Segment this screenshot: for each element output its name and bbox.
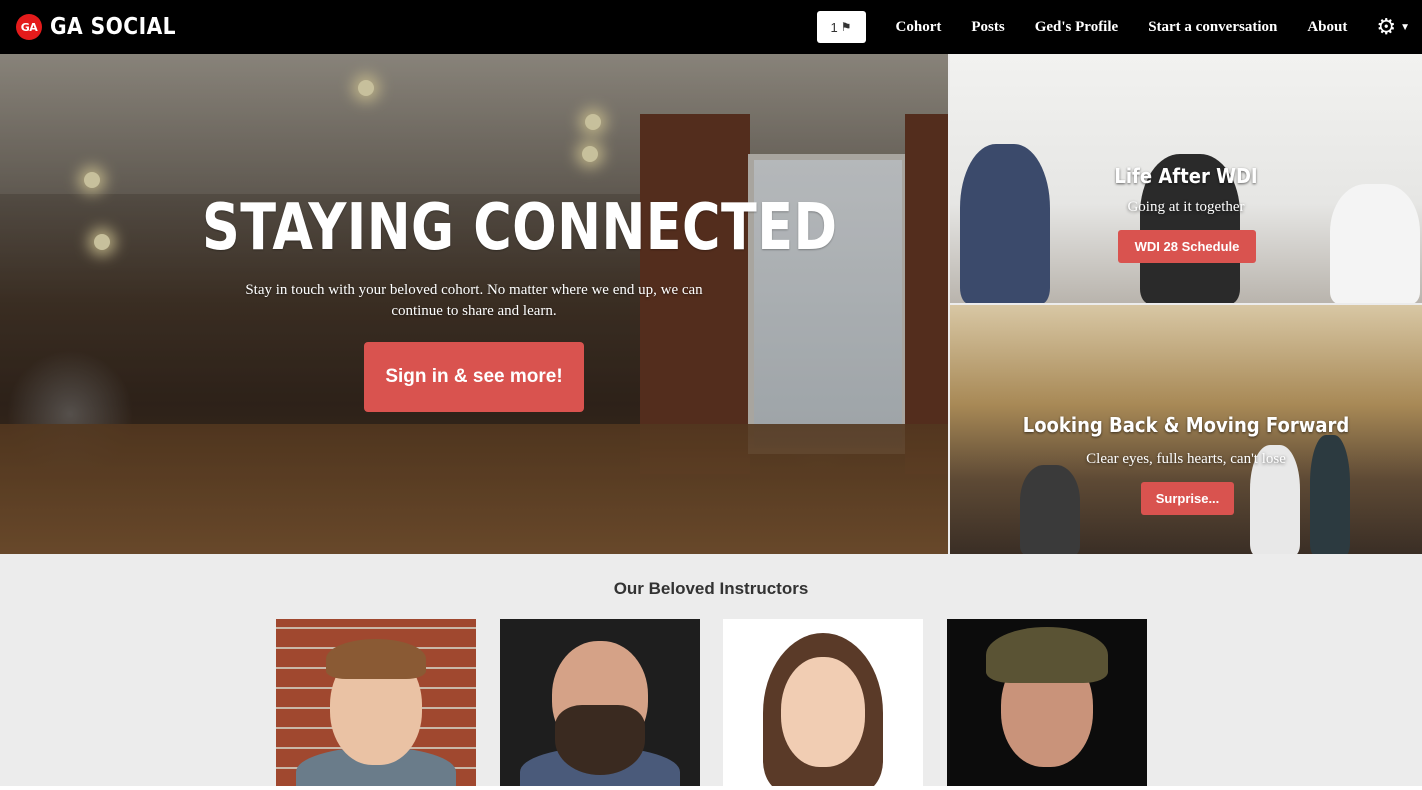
brand-home-link[interactable]: GA GA SOCIAL <box>16 14 193 40</box>
panel-title: Looking Back & Moving Forward <box>1022 413 1350 437</box>
life-after-wdi-panel: Life After WDI Going at it together WDI … <box>950 54 1422 303</box>
instructor-photo <box>947 619 1147 787</box>
instructor-hair <box>326 639 426 679</box>
ga-logo-icon: GA <box>16 14 42 40</box>
nav-link-cohort[interactable]: Cohort <box>896 19 942 36</box>
panel-subtitle: Going at it together <box>1127 199 1245 215</box>
instructor-face <box>781 657 865 767</box>
navbar: GA GA SOCIAL 1 ⚑ Cohort Posts Ged's Prof… <box>0 0 1422 54</box>
instructor-cap <box>986 627 1108 683</box>
instructors-heading: Our Beloved Instructors <box>613 579 809 598</box>
instructor-beard <box>555 705 645 775</box>
hero-banner: STAYING CONNECTED Stay in touch with you… <box>0 54 948 554</box>
notifications-button[interactable]: 1 ⚑ <box>816 11 866 43</box>
settings-dropdown[interactable]: ⚙ ▼ <box>1376 14 1410 40</box>
gear-icon: ⚙ <box>1376 14 1397 39</box>
flag-icon: ⚑ <box>840 20 852 34</box>
nav-link-start-conversation[interactable]: Start a conversation <box>1148 19 1277 36</box>
sign-in-button[interactable]: Sign in & see more! <box>364 342 584 412</box>
panel-title: Life After WDI <box>1114 164 1258 188</box>
instructor-photo <box>276 619 476 787</box>
nav-link-about[interactable]: About <box>1307 19 1347 36</box>
looking-back-panel: Looking Back & Moving Forward Clear eyes… <box>950 305 1422 554</box>
panel-subtitle: Clear eyes, fulls hearts, can't lose <box>1086 451 1286 467</box>
instructor-photo <box>723 619 923 787</box>
surprise-button[interactable]: Surprise... <box>1141 482 1234 515</box>
wdi-schedule-button[interactable]: WDI 28 Schedule <box>1118 230 1256 263</box>
nav-link-profile[interactable]: Ged's Profile <box>1035 19 1118 36</box>
brand-name: GA SOCIAL <box>50 14 177 40</box>
nav-menu: 1 ⚑ Cohort Posts Ged's Profile Start a c… <box>816 0 1410 54</box>
caret-down-icon: ▼ <box>1400 21 1410 33</box>
hero-title: STAYING CONNECTED <box>202 191 838 265</box>
footer-edge <box>0 786 1422 790</box>
nav-link-posts[interactable]: Posts <box>971 19 1004 36</box>
notification-count: 1 <box>830 19 838 35</box>
instructor-photo <box>500 619 700 787</box>
hero-subtitle: Stay in touch with your beloved cohort. … <box>245 282 703 319</box>
panel-photo-person <box>1020 465 1080 554</box>
